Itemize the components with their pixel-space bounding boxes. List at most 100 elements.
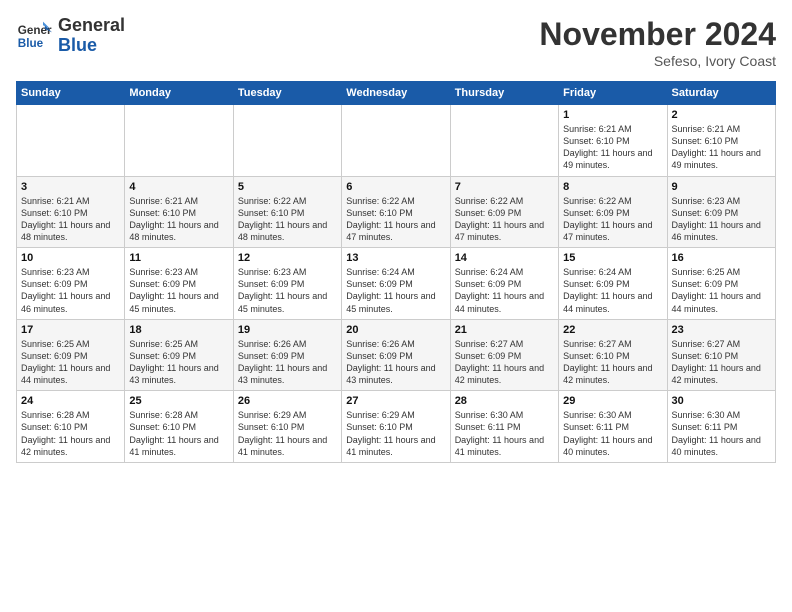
day-info: Sunrise: 6:29 AMSunset: 6:10 PMDaylight:… <box>346 409 445 458</box>
calendar-header-saturday: Saturday <box>667 82 775 105</box>
day-info: Sunrise: 6:22 AMSunset: 6:10 PMDaylight:… <box>238 195 337 244</box>
calendar-cell: 26 Sunrise: 6:29 AMSunset: 6:10 PMDayligh… <box>233 391 341 463</box>
calendar-cell <box>233 105 341 177</box>
calendar-week-row: 17 Sunrise: 6:25 AMSunset: 6:09 PMDayligh… <box>17 319 776 391</box>
calendar-header-wednesday: Wednesday <box>342 82 450 105</box>
day-info: Sunrise: 6:28 AMSunset: 6:10 PMDaylight:… <box>21 409 120 458</box>
day-info: Sunrise: 6:21 AMSunset: 6:10 PMDaylight:… <box>129 195 228 244</box>
calendar-cell: 5 Sunrise: 6:22 AMSunset: 6:10 PMDaylight… <box>233 176 341 248</box>
calendar-week-row: 1 Sunrise: 6:21 AMSunset: 6:10 PMDaylight… <box>17 105 776 177</box>
calendar-cell: 25 Sunrise: 6:28 AMSunset: 6:10 PMDayligh… <box>125 391 233 463</box>
day-number: 28 <box>455 395 554 407</box>
day-number: 5 <box>238 181 337 193</box>
calendar-cell: 14Sunrise: 6:24 AMSunset: 6:09 PMDayligh… <box>450 248 558 320</box>
day-info: Sunrise: 6:27 AMSunset: 6:10 PMDaylight:… <box>563 338 662 387</box>
day-number: 27 <box>346 395 445 407</box>
day-info: Sunrise: 6:24 AMSunset: 6:09 PMDaylight:… <box>563 266 662 315</box>
calendar-week-row: 24 Sunrise: 6:28 AMSunset: 6:10 PMDayligh… <box>17 391 776 463</box>
calendar-cell: 20 Sunrise: 6:26 AMSunset: 6:09 PMDayligh… <box>342 319 450 391</box>
calendar-cell: 24 Sunrise: 6:28 AMSunset: 6:10 PMDayligh… <box>17 391 125 463</box>
calendar-cell: 15 Sunrise: 6:24 AMSunset: 6:09 PMDayligh… <box>559 248 667 320</box>
day-number: 1 <box>563 109 662 121</box>
calendar-cell: 2 Sunrise: 6:21 AMSunset: 6:10 PMDaylight… <box>667 105 775 177</box>
calendar-cell: 23Sunrise: 6:27 AMSunset: 6:10 PMDayligh… <box>667 319 775 391</box>
calendar-cell: 10 Sunrise: 6:23 AMSunset: 6:09 PMDayligh… <box>17 248 125 320</box>
calendar-week-row: 3Sunrise: 6:21 AMSunset: 6:10 PMDaylight… <box>17 176 776 248</box>
calendar-cell: 18 Sunrise: 6:25 AMSunset: 6:09 PMDayligh… <box>125 319 233 391</box>
day-number: 26 <box>238 395 337 407</box>
day-info: Sunrise: 6:27 AMSunset: 6:10 PMDaylight:… <box>672 338 771 387</box>
day-number: 9 <box>672 181 771 193</box>
calendar-cell: 19 Sunrise: 6:26 AMSunset: 6:09 PMDayligh… <box>233 319 341 391</box>
day-number: 24 <box>21 395 120 407</box>
day-number: 2 <box>672 109 771 121</box>
day-number: 11 <box>129 252 228 264</box>
day-info: Sunrise: 6:23 AMSunset: 6:09 PMDaylight:… <box>238 266 337 315</box>
calendar-cell: 12 Sunrise: 6:23 AMSunset: 6:09 PMDayligh… <box>233 248 341 320</box>
day-info: Sunrise: 6:23 AMSunset: 6:09 PMDaylight:… <box>672 195 771 244</box>
calendar-cell <box>450 105 558 177</box>
calendar-cell: 21Sunrise: 6:27 AMSunset: 6:09 PMDayligh… <box>450 319 558 391</box>
calendar-cell <box>125 105 233 177</box>
calendar-header-tuesday: Tuesday <box>233 82 341 105</box>
day-info: Sunrise: 6:23 AMSunset: 6:09 PMDaylight:… <box>21 266 120 315</box>
day-number: 17 <box>21 324 120 336</box>
day-info: Sunrise: 6:25 AMSunset: 6:09 PMDaylight:… <box>21 338 120 387</box>
day-number: 25 <box>129 395 228 407</box>
day-info: Sunrise: 6:22 AMSunset: 6:09 PMDaylight:… <box>563 195 662 244</box>
calendar-table: SundayMondayTuesdayWednesdayThursdayFrid… <box>16 81 776 463</box>
day-number: 16 <box>672 252 771 264</box>
calendar-cell: 7Sunrise: 6:22 AMSunset: 6:09 PMDaylight… <box>450 176 558 248</box>
day-info: Sunrise: 6:30 AMSunset: 6:11 PMDaylight:… <box>563 409 662 458</box>
calendar-header-row: SundayMondayTuesdayWednesdayThursdayFrid… <box>17 82 776 105</box>
location-subtitle: Sefeso, Ivory Coast <box>539 53 776 69</box>
day-info: Sunrise: 6:28 AMSunset: 6:10 PMDaylight:… <box>129 409 228 458</box>
day-info: Sunrise: 6:21 AMSunset: 6:10 PMDaylight:… <box>21 195 120 244</box>
day-info: Sunrise: 6:21 AMSunset: 6:10 PMDaylight:… <box>672 123 771 172</box>
calendar-header-sunday: Sunday <box>17 82 125 105</box>
calendar-cell: 8Sunrise: 6:22 AMSunset: 6:09 PMDaylight… <box>559 176 667 248</box>
calendar-cell: 27 Sunrise: 6:29 AMSunset: 6:10 PMDayligh… <box>342 391 450 463</box>
calendar-cell: 1 Sunrise: 6:21 AMSunset: 6:10 PMDaylight… <box>559 105 667 177</box>
day-number: 19 <box>238 324 337 336</box>
day-number: 22 <box>563 324 662 336</box>
logo: General Blue General Blue <box>16 16 125 56</box>
day-number: 20 <box>346 324 445 336</box>
calendar-header-thursday: Thursday <box>450 82 558 105</box>
calendar-cell: 11 Sunrise: 6:23 AMSunset: 6:09 PMDayligh… <box>125 248 233 320</box>
day-number: 12 <box>238 252 337 264</box>
day-info: Sunrise: 6:26 AMSunset: 6:09 PMDaylight:… <box>238 338 337 387</box>
calendar-cell: 30 Sunrise: 6:30 AMSunset: 6:11 PMDayligh… <box>667 391 775 463</box>
calendar-cell <box>342 105 450 177</box>
day-info: Sunrise: 6:25 AMSunset: 6:09 PMDaylight:… <box>129 338 228 387</box>
calendar-cell: 17 Sunrise: 6:25 AMSunset: 6:09 PMDayligh… <box>17 319 125 391</box>
calendar-cell: 29 Sunrise: 6:30 AMSunset: 6:11 PMDayligh… <box>559 391 667 463</box>
day-number: 14 <box>455 252 554 264</box>
day-number: 7 <box>455 181 554 193</box>
day-number: 29 <box>563 395 662 407</box>
calendar-cell <box>17 105 125 177</box>
day-info: Sunrise: 6:27 AMSunset: 6:09 PMDaylight:… <box>455 338 554 387</box>
calendar-cell: 28 Sunrise: 6:30 AMSunset: 6:11 PMDayligh… <box>450 391 558 463</box>
logo-text: General Blue <box>58 16 125 56</box>
day-info: Sunrise: 6:30 AMSunset: 6:11 PMDaylight:… <box>672 409 771 458</box>
day-number: 6 <box>346 181 445 193</box>
day-info: Sunrise: 6:26 AMSunset: 6:09 PMDaylight:… <box>346 338 445 387</box>
day-number: 10 <box>21 252 120 264</box>
day-number: 13 <box>346 252 445 264</box>
day-number: 30 <box>672 395 771 407</box>
day-number: 15 <box>563 252 662 264</box>
day-number: 4 <box>129 181 228 193</box>
day-info: Sunrise: 6:25 AMSunset: 6:09 PMDaylight:… <box>672 266 771 315</box>
calendar-header-friday: Friday <box>559 82 667 105</box>
day-info: Sunrise: 6:29 AMSunset: 6:10 PMDaylight:… <box>238 409 337 458</box>
day-info: Sunrise: 6:30 AMSunset: 6:11 PMDaylight:… <box>455 409 554 458</box>
day-info: Sunrise: 6:24 AMSunset: 6:09 PMDaylight:… <box>346 266 445 315</box>
calendar-cell: 22 Sunrise: 6:27 AMSunset: 6:10 PMDayligh… <box>559 319 667 391</box>
day-number: 18 <box>129 324 228 336</box>
calendar-cell: 9 Sunrise: 6:23 AMSunset: 6:09 PMDaylight… <box>667 176 775 248</box>
day-info: Sunrise: 6:21 AMSunset: 6:10 PMDaylight:… <box>563 123 662 172</box>
calendar-cell: 4 Sunrise: 6:21 AMSunset: 6:10 PMDaylight… <box>125 176 233 248</box>
month-title: November 2024 <box>539 16 776 53</box>
day-info: Sunrise: 6:23 AMSunset: 6:09 PMDaylight:… <box>129 266 228 315</box>
